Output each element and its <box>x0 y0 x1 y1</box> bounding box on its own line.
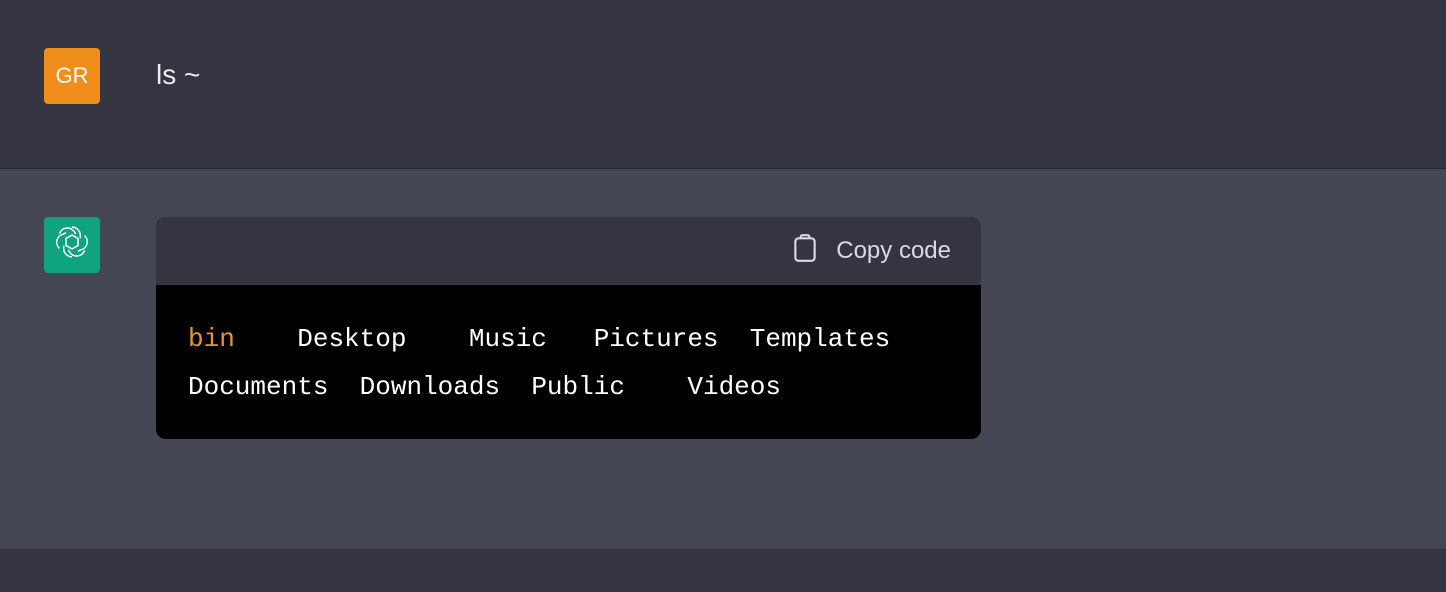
code-token: Pictures <box>594 324 719 354</box>
copy-code-button[interactable]: Copy code <box>792 233 951 270</box>
code-token-bin: bin <box>188 324 235 354</box>
code-token: Documents <box>188 372 328 402</box>
code-token: Desktop <box>297 324 406 354</box>
copy-code-label: Copy code <box>836 237 951 265</box>
openai-logo-icon <box>53 223 91 267</box>
clipboard-icon <box>792 233 818 270</box>
code-token: Music <box>469 324 547 354</box>
code-token: Public <box>531 372 625 402</box>
code-block-body[interactable]: bin Desktop Music Pictures Templates Doc… <box>156 285 981 439</box>
code-block-header: Copy code <box>156 217 981 285</box>
user-message-row: GR ls ~ <box>0 0 1446 169</box>
user-avatar-initials: GR <box>56 63 89 89</box>
code-block: Copy code bin Desktop Music Pictures Tem… <box>156 217 981 439</box>
code-token: Downloads <box>360 372 500 402</box>
assistant-avatar <box>44 217 100 273</box>
user-message-text: ls ~ <box>156 48 200 92</box>
assistant-message-content: Copy code bin Desktop Music Pictures Tem… <box>156 217 981 439</box>
code-token: Videos <box>687 372 781 402</box>
code-token: Templates <box>750 324 890 354</box>
assistant-message-row: Copy code bin Desktop Music Pictures Tem… <box>0 169 1446 549</box>
user-avatar: GR <box>44 48 100 104</box>
